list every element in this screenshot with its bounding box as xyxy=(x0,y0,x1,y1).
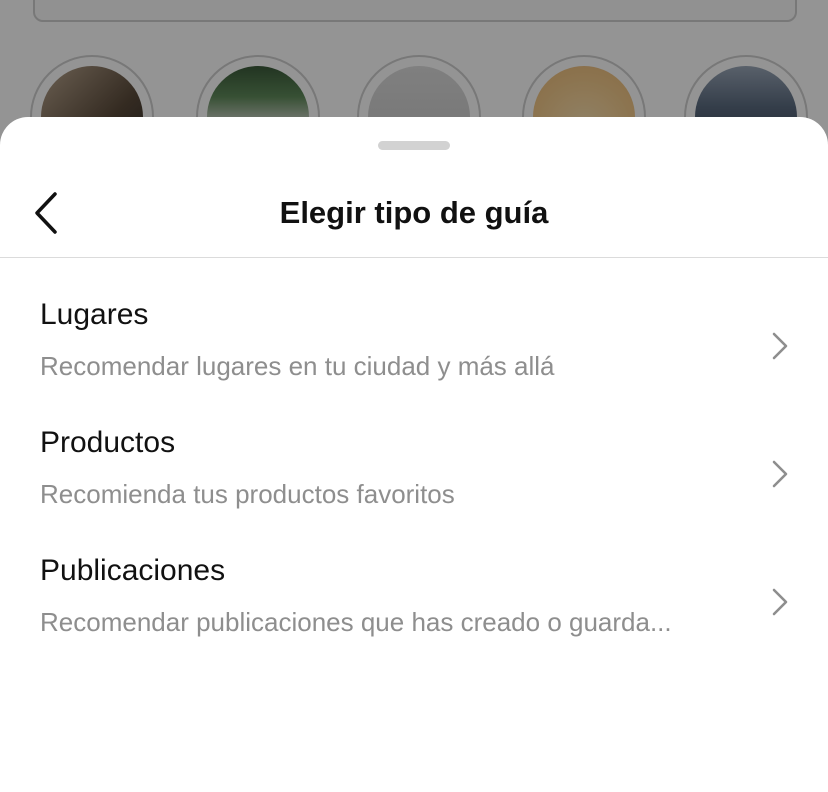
chevron-right-icon xyxy=(772,332,788,360)
option-description: Recomienda tus productos favoritos xyxy=(40,479,455,509)
sheet-title: Elegir tipo de guía xyxy=(279,195,549,230)
option-productos[interactable]: Productos Recomienda tus productos favor… xyxy=(0,385,828,513)
option-label: Productos xyxy=(40,426,176,459)
chevron-right-icon xyxy=(772,460,788,488)
option-description: Recomendar lugares en tu ciudad y más al… xyxy=(40,351,555,381)
option-label: Publicaciones xyxy=(40,554,226,587)
sheet-grabber[interactable] xyxy=(378,141,450,150)
sheet-header: Elegir tipo de guía xyxy=(0,171,828,258)
option-publicaciones[interactable]: Publicaciones Recomendar publicaciones q… xyxy=(0,513,828,641)
option-label: Lugares xyxy=(40,298,149,331)
guide-type-list: Lugares Recomendar lugares en tu ciudad … xyxy=(0,257,828,641)
bottom-sheet: Elegir tipo de guía Lugares Recomendar l… xyxy=(0,117,828,792)
screen: Elegir tipo de guía Lugares Recomendar l… xyxy=(0,0,828,792)
option-lugares[interactable]: Lugares Recomendar lugares en tu ciudad … xyxy=(0,257,828,385)
option-description: Recomendar publicaciones que has creado … xyxy=(40,607,672,637)
chevron-right-icon xyxy=(772,588,788,616)
